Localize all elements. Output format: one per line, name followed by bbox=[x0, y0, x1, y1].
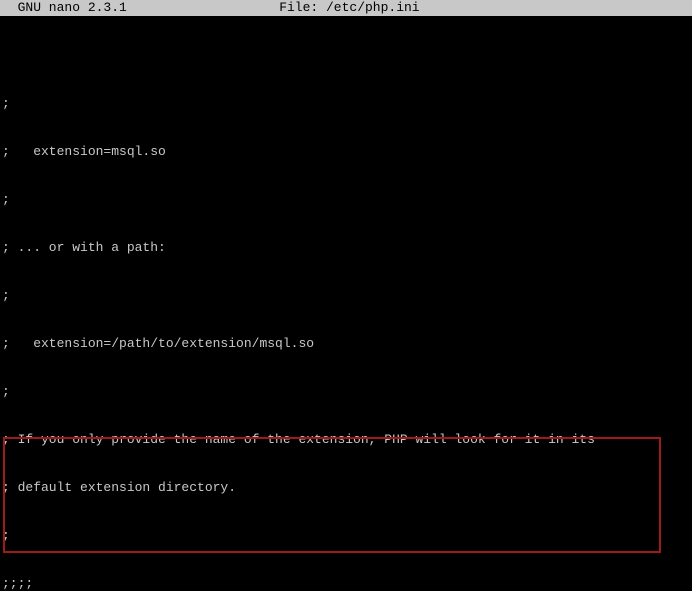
editor-line: ; bbox=[2, 96, 690, 112]
app-name: GNU nano 2.3.1 bbox=[2, 0, 127, 16]
editor-line: ; ... or with a path: bbox=[2, 240, 690, 256]
editor-line: ; default extension directory. bbox=[2, 480, 690, 496]
file-path: File: /etc/php.ini bbox=[127, 0, 692, 16]
editor-line: ; bbox=[2, 528, 690, 544]
editor-line: ; bbox=[2, 384, 690, 400]
editor-line: ;;;; bbox=[2, 576, 690, 591]
editor-line: ; bbox=[2, 288, 690, 304]
editor-content[interactable]: ; ; extension=msql.so ; ; ... or with a … bbox=[0, 16, 692, 591]
editor-line: ; If you only provide the name of the ex… bbox=[2, 432, 690, 448]
editor-line bbox=[2, 48, 690, 64]
editor-line: ; extension=/path/to/extension/msql.so bbox=[2, 336, 690, 352]
title-bar: GNU nano 2.3.1 File: /etc/php.ini bbox=[0, 0, 692, 16]
editor-line: ; bbox=[2, 192, 690, 208]
editor-line: ; extension=msql.so bbox=[2, 144, 690, 160]
